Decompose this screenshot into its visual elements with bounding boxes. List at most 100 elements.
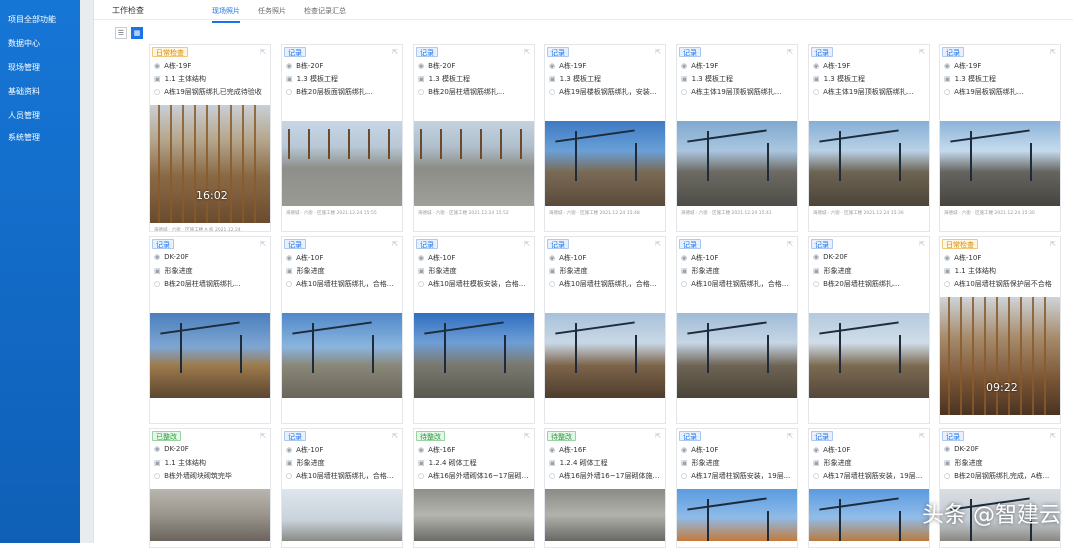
tab-inspection-summary[interactable]: 检查记录汇总 bbox=[304, 6, 346, 16]
photo-card[interactable]: 记录⇱◉A栋-19F▣1.3 模板工程○A栋主体19层顶板钢筋绑扎...海德城 … bbox=[808, 44, 930, 232]
site-photo[interactable] bbox=[282, 489, 402, 541]
share-icon[interactable]: ⇱ bbox=[524, 48, 530, 56]
share-icon[interactable]: ⇱ bbox=[787, 240, 793, 248]
collapse-strip[interactable] bbox=[80, 0, 94, 543]
photo-card[interactable]: 记录⇱◉A栋-10F▣形象进度○A栋17层墙柱钢筋安装，19层... bbox=[808, 428, 930, 548]
photo-card[interactable]: 记录⇱◉B栋-20F▣1.3 模板工程○B栋20层板面钢筋绑扎...海德城 · … bbox=[281, 44, 403, 232]
sidebar-item-personnel[interactable]: 人员管理 bbox=[8, 110, 40, 121]
share-icon[interactable]: ⇱ bbox=[919, 432, 925, 440]
photo-card[interactable]: 日常检查⇱◉A栋-10F▣1.1 主体结构○A栋10层墙柱钢筋保护层不合格09:… bbox=[939, 236, 1061, 424]
crane-mast-mark bbox=[767, 511, 769, 541]
share-icon[interactable]: ⇱ bbox=[524, 240, 530, 248]
tab-task-photos[interactable]: 任务照片 bbox=[258, 6, 286, 16]
photo-card[interactable]: 记录⇱◉A栋-10F▣形象进度○A栋10层墙柱模板安装，合格... bbox=[413, 236, 535, 424]
photo-card[interactable]: 待整改⇱◉A栋-16F▣1.2.4 砌体工程○A栋16层外墙砌体16~17层砌体… bbox=[413, 428, 535, 548]
location-line: ◉B栋-20F bbox=[418, 61, 530, 71]
site-photo[interactable] bbox=[940, 121, 1060, 206]
site-photo[interactable] bbox=[677, 489, 797, 541]
site-photo[interactable] bbox=[282, 121, 402, 206]
site-photo[interactable]: 09:22 bbox=[940, 297, 1060, 415]
share-icon[interactable]: ⇱ bbox=[392, 240, 398, 248]
note-line: ○B栋20层钢筋绑扎完成，A栋... bbox=[944, 471, 1056, 481]
photo-card[interactable]: 记录⇱◉A栋-10F▣形象进度○A栋10层墙柱钢筋绑扎，合格... bbox=[281, 236, 403, 424]
site-photo[interactable] bbox=[809, 121, 929, 206]
location-pin-icon: ◉ bbox=[944, 254, 950, 262]
column-rebar-mark bbox=[328, 129, 330, 159]
photo-card[interactable]: 记录⇱◉A栋-10F▣形象进度○A栋10层墙柱钢筋绑扎，合格... bbox=[676, 236, 798, 424]
site-photo[interactable] bbox=[414, 489, 534, 541]
sidebar-item-basic-data[interactable]: 基础资料 bbox=[8, 86, 40, 97]
note-line: ○B栋20层柱墙钢筋绑扎... bbox=[154, 279, 266, 289]
category-text: 形象进度 bbox=[824, 267, 852, 275]
sidebar-item-site-management[interactable]: 现场管理 bbox=[8, 62, 40, 73]
share-icon[interactable]: ⇱ bbox=[392, 432, 398, 440]
photo-card[interactable]: 记录⇱◉A栋-19F▣1.3 模板工程○A栋19层楼板钢筋绑扎，安装...海德城… bbox=[544, 44, 666, 232]
share-icon[interactable]: ⇱ bbox=[787, 48, 793, 56]
photo-caption: 海德城 · 六街 · 区施工楼 A 栋 2021.12.24 bbox=[154, 227, 266, 232]
share-icon[interactable]: ⇱ bbox=[1050, 240, 1056, 248]
site-photo[interactable] bbox=[545, 489, 665, 541]
photo-card[interactable]: 记录⇱◉A栋-10F▣形象进度○A栋10层墙柱钢筋绑扎，合格... bbox=[544, 236, 666, 424]
tab-site-photos[interactable]: 现场照片 bbox=[212, 6, 240, 16]
category-icon: ▣ bbox=[944, 459, 951, 467]
site-photo[interactable] bbox=[809, 313, 929, 398]
category-text: 形象进度 bbox=[692, 267, 720, 275]
share-icon[interactable]: ⇱ bbox=[655, 432, 661, 440]
site-photo[interactable] bbox=[677, 313, 797, 398]
category-icon: ▣ bbox=[154, 267, 161, 275]
sidebar-item-all-functions[interactable]: 项目全部功能 bbox=[8, 14, 56, 25]
share-icon[interactable]: ⇱ bbox=[655, 48, 661, 56]
site-photo[interactable]: 16:02 bbox=[150, 105, 270, 223]
category-text: 1.1 主体结构 bbox=[955, 267, 996, 275]
photo-card[interactable]: 待整改⇱◉A栋-16F▣1.2.4 砌体工程○A栋16层外墙16~17层砌体施工… bbox=[544, 428, 666, 548]
photo-card[interactable]: 记录⇱◉A栋-19F▣1.3 模板工程○A栋19层板钢筋绑扎...海德城 · 六… bbox=[939, 44, 1061, 232]
comment-icon: ○ bbox=[549, 88, 555, 96]
photo-card[interactable]: 记录⇱◉A栋-10F▣形象进度○A栋17层墙柱钢筋安装，19层... bbox=[676, 428, 798, 548]
category-icon: ▣ bbox=[154, 459, 161, 467]
photo-card[interactable]: 记录⇱◉DK-20F▣形象进度○B栋20层墙柱钢筋绑扎... bbox=[808, 236, 930, 424]
share-icon[interactable]: ⇱ bbox=[260, 48, 266, 56]
site-photo[interactable] bbox=[809, 489, 929, 541]
location-line: ◉DK-20F bbox=[154, 253, 266, 263]
share-icon[interactable]: ⇱ bbox=[919, 48, 925, 56]
photo-card[interactable]: 记录⇱◉DK-20F▣形象进度○B栋20层钢筋绑扎完成，A栋... bbox=[939, 428, 1061, 548]
site-photo[interactable] bbox=[545, 121, 665, 206]
comment-icon: ○ bbox=[813, 88, 819, 96]
card-tag: 记录 bbox=[284, 431, 306, 441]
location-text: DK-20F bbox=[164, 253, 189, 261]
site-photo[interactable] bbox=[150, 489, 270, 541]
photo-card[interactable]: 已整改⇱◉DK-20F▣1.1 主体结构○B栋外墙砌块砌筑完毕 bbox=[149, 428, 271, 548]
share-icon[interactable]: ⇱ bbox=[655, 240, 661, 248]
share-icon[interactable]: ⇱ bbox=[524, 432, 530, 440]
photo-card[interactable]: 记录⇱◉B栋-20F▣1.3 模板工程○B栋20层柱墙钢筋绑扎...海德城 · … bbox=[413, 44, 535, 232]
comment-icon: ○ bbox=[681, 280, 687, 288]
share-icon[interactable]: ⇱ bbox=[260, 240, 266, 248]
photo-card[interactable]: 记录⇱◉A栋-19F▣1.3 模板工程○A栋主体19层顶板钢筋绑扎...海德城 … bbox=[676, 44, 798, 232]
crane-jib-mark bbox=[555, 129, 634, 142]
site-photo[interactable] bbox=[545, 313, 665, 398]
sidebar-item-system[interactable]: 系统管理 bbox=[8, 132, 40, 143]
crane-mast-mark bbox=[767, 143, 769, 181]
share-icon[interactable]: ⇱ bbox=[919, 240, 925, 248]
crane-jib-mark bbox=[687, 321, 766, 334]
share-icon[interactable]: ⇱ bbox=[787, 432, 793, 440]
photo-card[interactable]: 日常检查⇱◉A栋-19F▣1.1 主体结构○A栋19层钢筋绑扎已完成待验收16:… bbox=[149, 44, 271, 232]
note-text: A栋10层墙柱模板安装，合格... bbox=[428, 280, 525, 288]
grid-view-button[interactable]: ▦ bbox=[131, 27, 143, 39]
site-photo[interactable] bbox=[414, 121, 534, 206]
share-icon[interactable]: ⇱ bbox=[392, 48, 398, 56]
site-photo[interactable] bbox=[677, 121, 797, 206]
sidebar-item-data-center[interactable]: 数据中心 bbox=[8, 38, 40, 49]
site-photo[interactable] bbox=[150, 313, 270, 398]
site-photo[interactable] bbox=[282, 313, 402, 398]
share-icon[interactable]: ⇱ bbox=[1050, 432, 1056, 440]
photo-card[interactable]: 记录⇱◉DK-20F▣形象进度○B栋20层柱墙钢筋绑扎... bbox=[149, 236, 271, 424]
list-view-button[interactable]: ☰ bbox=[115, 27, 127, 39]
category-line: ▣1.2.4 砌体工程 bbox=[418, 458, 530, 468]
site-photo[interactable] bbox=[414, 313, 534, 398]
photo-card[interactable]: 记录⇱◉A栋-10F▣形象进度○A栋10层墙柱钢筋绑扎，合格... bbox=[281, 428, 403, 548]
share-icon[interactable]: ⇱ bbox=[260, 432, 266, 440]
location-line: ◉A栋-16F bbox=[549, 445, 661, 455]
share-icon[interactable]: ⇱ bbox=[1050, 48, 1056, 56]
crane-mast-mark bbox=[899, 335, 901, 373]
